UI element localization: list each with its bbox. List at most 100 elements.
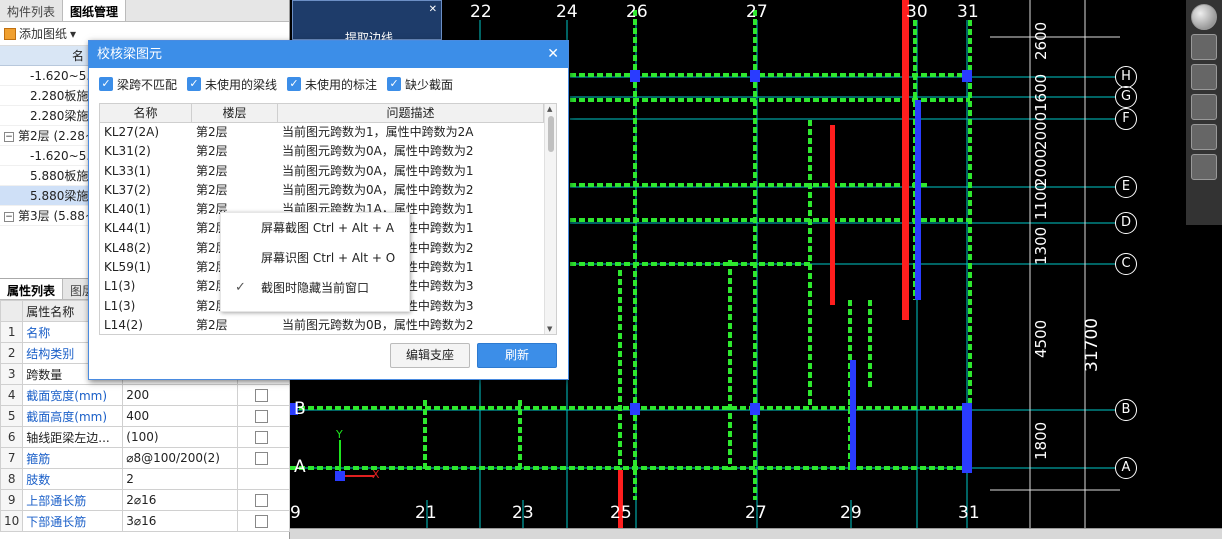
prop-name: 下部通长筋 — [22, 510, 124, 532]
close-icon[interactable]: ✕ — [547, 41, 559, 68]
dimension-text: 1100 — [1032, 181, 1050, 220]
ucs-y-label: Y — [336, 428, 343, 441]
property-row[interactable]: 8 肢数 2 — [0, 468, 290, 490]
layout-icon[interactable] — [1191, 154, 1217, 180]
prop-value[interactable]: 2 — [122, 468, 239, 490]
prop-value[interactable]: 200 — [122, 384, 239, 406]
tree-header-label: 名 — [72, 49, 85, 63]
context-menu-label: 截图时隐藏当前窗口 — [261, 281, 370, 295]
checkbox-checked-icon[interactable]: ✓ — [387, 77, 402, 91]
property-row[interactable]: 5 截面高度(mm) 400 — [0, 405, 290, 427]
property-row[interactable]: 10 下部通长筋 3⌀16 — [0, 510, 290, 532]
tree-item-label: 第3层 (5.88~ — [18, 209, 95, 223]
edit-support-button[interactable]: 编辑支座 — [390, 343, 470, 368]
property-row[interactable]: 7 箍筋 ⌀8@100/200(2) — [0, 447, 290, 469]
col-name[interactable]: 名称 — [100, 104, 192, 122]
filter-label: 未使用的标注 — [305, 77, 378, 92]
col-floor[interactable]: 楼层 — [192, 104, 278, 122]
chevron-down-icon[interactable]: ▾ — [70, 27, 76, 41]
issue-row[interactable]: KL33(1) 第2层 当前图元跨数为0A，属性中跨数为1 — [100, 162, 556, 181]
status-bar — [290, 528, 1222, 539]
filter-unused-beam-line[interactable]: ✓ 未使用的梁线 — [187, 76, 277, 93]
axis-label: 30 — [906, 2, 928, 22]
issue-row[interactable]: KL31(2) 第2层 当前图元跨数为0A，属性中跨数为2 — [100, 142, 556, 161]
tab-drawing-manage[interactable]: 图纸管理 — [63, 0, 127, 21]
ucs-x-label: X — [372, 468, 380, 481]
issue-name: KL48(2) — [104, 240, 151, 255]
dimension-text: 2600 — [1032, 21, 1050, 60]
dimension-text: 4500 — [1032, 319, 1050, 358]
prop-attach-cell — [237, 384, 290, 406]
property-row[interactable]: 6 轴线距梁左边... (100) — [0, 426, 290, 448]
attach-checkbox[interactable] — [255, 431, 269, 444]
prop-value[interactable]: (100) — [122, 426, 239, 448]
axis-bubble: A — [1115, 457, 1137, 479]
add-drawing-label: 添加图纸 — [19, 27, 68, 41]
prop-name: 肢数 — [22, 468, 124, 490]
view-3d-icon[interactable] — [1191, 34, 1217, 60]
issue-name: KL37(2) — [104, 182, 151, 197]
context-menu-item[interactable]: ✓ 截图时隐藏当前窗口 — [221, 273, 409, 303]
prop-name: 截面宽度(mm) — [22, 384, 124, 406]
dialog-title-bar[interactable]: 校核梁图元 ✕ — [89, 41, 568, 68]
attach-checkbox[interactable] — [255, 452, 269, 465]
context-menu-item[interactable]: 屏幕截图 Ctrl + Alt + A — [221, 213, 409, 243]
check-beam-dialog: 校核梁图元 ✕ ✓ 梁跨不匹配 ✓ 未使用的梁线 ✓ 未使用的标注 ✓ 缺少截面 名称 … — [88, 40, 569, 380]
checkbox-checked-icon[interactable]: ✓ — [99, 77, 113, 91]
attach-checkbox[interactable] — [255, 515, 269, 528]
issue-row[interactable]: L14(2) 第2层 当前图元跨数为0B，属性中跨数为2 — [100, 316, 556, 334]
collapse-icon[interactable]: − — [4, 211, 14, 222]
add-drawing-button[interactable]: 添加图纸 ▾ — [4, 25, 76, 42]
tree-item-label: 2.280梁施 — [30, 109, 89, 123]
issue-description: 当前图元跨数为0B，属性中跨数为2 — [282, 317, 474, 332]
attach-checkbox[interactable] — [255, 389, 269, 402]
filter-label: 梁跨不匹配 — [117, 77, 178, 92]
checkbox-checked-icon[interactable]: ✓ — [187, 77, 202, 91]
issue-row[interactable]: KL27(2A) 第2层 当前图元跨数为1，属性中跨数为2A — [100, 123, 556, 142]
attach-checkbox[interactable] — [255, 494, 269, 507]
dimension-text: 1800 — [1032, 421, 1050, 460]
prop-value[interactable]: 400 — [122, 405, 239, 427]
property-row[interactable]: 9 上部通长筋 2⌀16 — [0, 489, 290, 511]
filter-missing-section[interactable]: ✓ 缺少截面 — [387, 76, 453, 93]
tab-component-list[interactable]: 构件列表 — [0, 0, 64, 21]
axis-label: 27 — [746, 2, 768, 22]
view-top-icon[interactable] — [1191, 64, 1217, 90]
col-description[interactable]: 问题描述 — [278, 104, 544, 122]
close-icon[interactable]: ✕ — [429, 4, 437, 15]
property-row[interactable]: 4 截面宽度(mm) 200 — [0, 384, 290, 406]
tree-item-label: 5.880梁施 — [30, 189, 89, 203]
filter-unused-annotation[interactable]: ✓ 未使用的标注 — [287, 76, 377, 93]
tab-prop-list[interactable]: 属性列表 — [0, 279, 64, 299]
context-menu-item[interactable]: 屏幕识图 Ctrl + Alt + O — [221, 243, 409, 273]
axis-bubble: G — [1115, 86, 1137, 108]
scroll-down-icon[interactable]: ▼ — [547, 325, 552, 333]
collapse-icon[interactable]: − — [4, 131, 14, 142]
issue-floor: 第2层 — [196, 144, 228, 159]
issue-floor: 第2层 — [196, 125, 228, 139]
axis-bubble: F — [1115, 108, 1137, 130]
rotate-icon[interactable] — [1191, 124, 1217, 150]
axis-label: 29 — [840, 503, 862, 523]
axis-bubble: H — [1115, 66, 1137, 88]
filter-span-mismatch[interactable]: ✓ 梁跨不匹配 — [99, 76, 177, 93]
add-drawing-icon — [4, 27, 16, 40]
issue-row[interactable]: KL37(2) 第2层 当前图元跨数为0A，属性中跨数为2 — [100, 181, 556, 200]
panel-tabs: 构件列表 图纸管理 — [0, 0, 289, 22]
scroll-up-icon[interactable]: ▲ — [547, 105, 552, 113]
prop-value[interactable]: ⌀8@100/200(2) — [122, 447, 239, 469]
scrollbar[interactable]: ▲ ▼ — [544, 104, 556, 334]
prop-value[interactable]: 2⌀16 — [122, 489, 239, 511]
attach-checkbox[interactable] — [255, 410, 269, 423]
prop-index: 2 — [0, 342, 24, 364]
view-cube-icon[interactable] — [1191, 94, 1217, 120]
prop-value[interactable]: 3⌀16 — [122, 510, 239, 532]
checkbox-checked-icon[interactable]: ✓ — [287, 77, 302, 91]
scroll-thumb[interactable] — [548, 116, 554, 152]
refresh-button[interactable]: 刷新 — [477, 343, 557, 368]
axis-label: 27 — [745, 503, 767, 523]
axis-label: 23 — [512, 503, 534, 523]
axis-label: 21 — [415, 503, 437, 523]
filter-checkboxes: ✓ 梁跨不匹配 ✓ 未使用的梁线 ✓ 未使用的标注 ✓ 缺少截面 — [89, 68, 568, 100]
orbit-ball-icon[interactable] — [1191, 4, 1217, 30]
